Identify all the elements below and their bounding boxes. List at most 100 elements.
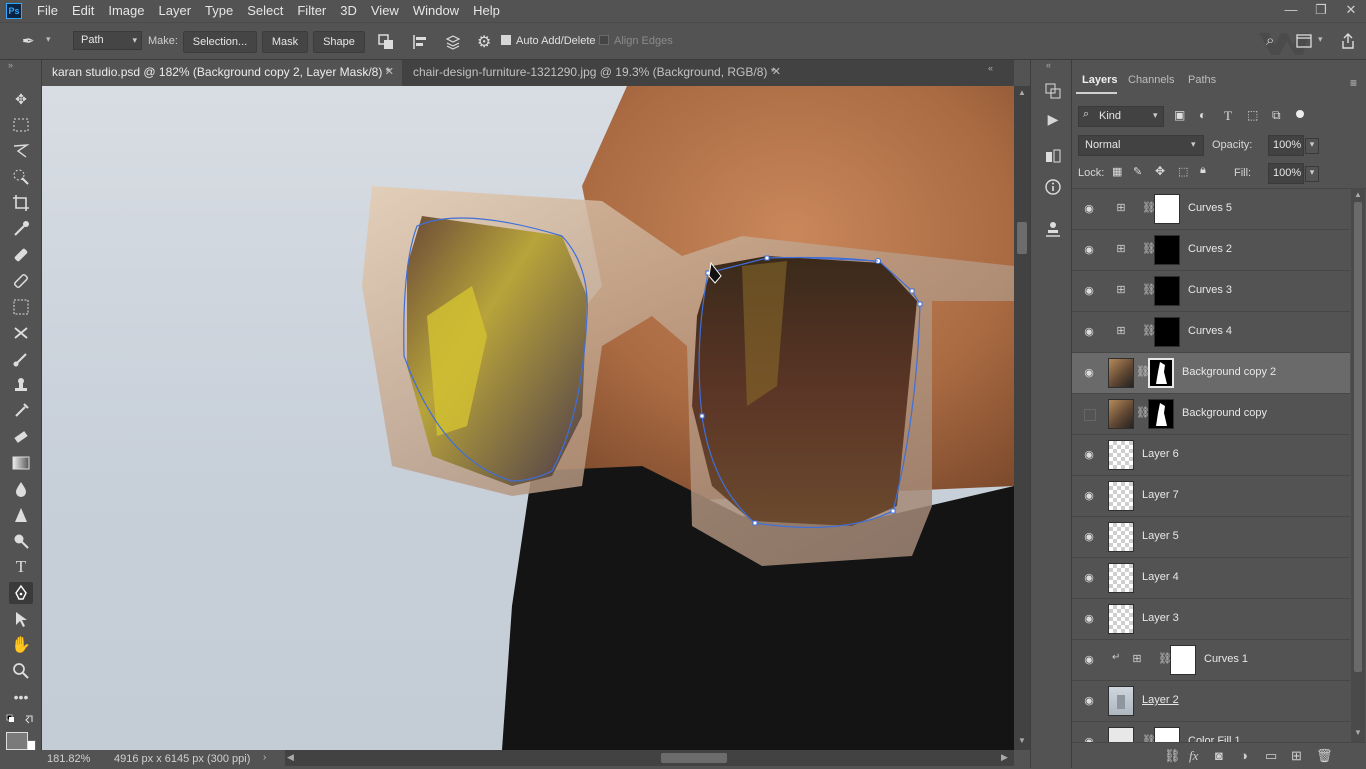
layer-mask-thumbnail[interactable] — [1148, 358, 1174, 388]
clone-source-icon[interactable] — [1042, 218, 1064, 240]
eye-visibility-icon[interactable]: ◉ — [1082, 694, 1096, 708]
layer-row[interactable]: ◉ ⊞ ⛓ Curves 2 — [1072, 230, 1350, 271]
make-mask-button[interactable]: Mask — [262, 31, 308, 53]
smart-object-filter-icon[interactable]: ⧉ — [1272, 108, 1281, 123]
workspace-icon[interactable] — [1296, 34, 1312, 48]
panel-menu-icon[interactable]: ≡ — [1350, 76, 1357, 90]
zoom-level[interactable]: 181.82% — [47, 753, 90, 765]
layer-mask-thumbnail[interactable] — [1154, 727, 1180, 743]
layer-name[interactable]: Curves 1 — [1204, 653, 1248, 665]
collapse-panels-icon[interactable]: « — [988, 63, 993, 73]
path-selection-tool-icon[interactable] — [9, 608, 33, 630]
gradient-tool-icon[interactable] — [9, 452, 33, 474]
menu-type[interactable]: Type — [198, 0, 240, 22]
layer-thumbnail[interactable] — [1108, 440, 1134, 470]
layers-scrollbar[interactable]: ▲ ▼ — [1351, 188, 1365, 742]
path-operations-icon[interactable] — [378, 34, 394, 50]
libraries-panel-icon[interactable] — [1042, 146, 1064, 168]
adjustment-filter-icon[interactable]: ◐ — [1199, 108, 1206, 122]
eye-visibility-icon[interactable]: ◉ — [1082, 489, 1096, 503]
lock-position-icon[interactable]: ✥ — [1155, 164, 1165, 178]
scroll-down-icon[interactable]: ▼ — [1354, 728, 1362, 737]
auto-add-delete-checkbox[interactable] — [501, 35, 511, 45]
eyedropper-tool-icon[interactable] — [9, 218, 33, 240]
eye-visibility-icon[interactable]: ◉ — [1082, 653, 1096, 667]
restore-button[interactable]: ❐ — [1306, 0, 1336, 22]
eye-visibility-icon[interactable]: ◉ — [1082, 202, 1096, 216]
hand-tool-icon[interactable]: ✋ — [9, 634, 33, 656]
layer-row[interactable]: ◉ ↵ ⊞ ⛓ Curves 1 — [1072, 640, 1350, 681]
layer-name[interactable]: Background copy 2 — [1182, 366, 1276, 378]
crop-tool-icon[interactable] — [9, 192, 33, 214]
eye-visibility-icon[interactable]: ◉ — [1082, 366, 1096, 380]
layer-row[interactable]: ◉ ⊞ ⛓ Curves 3 — [1072, 271, 1350, 312]
art-history-brush-icon[interactable] — [9, 400, 33, 422]
layer-row[interactable]: ◉ Layer 3 — [1072, 599, 1350, 640]
menu-select[interactable]: Select — [240, 0, 290, 22]
foreground-color-swatch[interactable] — [6, 732, 28, 750]
status-menu-icon[interactable]: › — [263, 752, 266, 763]
tab-paths[interactable]: Paths — [1188, 74, 1216, 86]
layer-thumbnail[interactable] — [1108, 727, 1134, 743]
info-icon[interactable] — [1042, 176, 1064, 198]
actions-play-icon[interactable]: ▶ — [1042, 108, 1064, 130]
dodge-tool-icon[interactable] — [9, 530, 33, 552]
sharpen-tool-icon[interactable] — [9, 504, 33, 526]
gear-icon[interactable]: ⚙ — [477, 32, 491, 52]
lock-all-icon[interactable]: 🔒︎ — [1200, 164, 1206, 177]
layer-row[interactable]: ◉ Layer 4 — [1072, 558, 1350, 599]
layer-name[interactable]: Layer 2 — [1142, 694, 1179, 706]
layer-name[interactable]: Curves 5 — [1188, 202, 1232, 214]
history-panel-icon[interactable] — [1042, 80, 1064, 102]
layer-mask-thumbnail[interactable] — [1154, 235, 1180, 265]
lasso-tool-icon[interactable] — [9, 140, 33, 162]
new-layer-icon[interactable]: ⊞ — [1291, 748, 1302, 764]
chevron-down-icon[interactable]: ▾ — [1318, 34, 1323, 45]
eye-visibility-icon[interactable]: ◉ — [1082, 530, 1096, 544]
eye-visibility-off[interactable] — [1084, 409, 1096, 421]
layer-name[interactable]: Layer 7 — [1142, 489, 1179, 501]
layer-thumbnail[interactable] — [1108, 399, 1134, 429]
move-tool-icon[interactable]: ✥ — [9, 88, 33, 110]
type-tool-icon[interactable]: T — [9, 556, 33, 578]
path-alignment-icon[interactable] — [412, 34, 428, 50]
layer-mask-thumbnail[interactable] — [1154, 194, 1180, 224]
menu-layer[interactable]: Layer — [152, 0, 199, 22]
layer-row[interactable]: ◉ ⊞ ⛓ Curves 4 — [1072, 312, 1350, 353]
layer-thumbnail[interactable] — [1108, 686, 1134, 716]
tab-layers[interactable]: Layers — [1082, 74, 1117, 86]
menu-window[interactable]: Window — [406, 0, 466, 22]
search-icon[interactable]: ⌕ — [1266, 32, 1274, 49]
fill-input[interactable]: 100% — [1268, 163, 1304, 184]
layer-mask-thumbnail[interactable] — [1154, 276, 1180, 306]
menu-file[interactable]: File — [30, 0, 65, 22]
opacity-input[interactable]: 100% — [1268, 135, 1304, 156]
blend-mode-dropdown[interactable]: Normal ▾ — [1078, 135, 1204, 156]
layer-row[interactable]: ◉ Layer 7 — [1072, 476, 1350, 517]
tab-chair-design[interactable]: chair-design-furniture-1321290.jpg @ 19.… — [403, 60, 789, 86]
scroll-left-icon[interactable]: ◀ — [287, 752, 294, 763]
scroll-right-icon[interactable]: ▶ — [1001, 752, 1008, 763]
document-canvas[interactable] — [42, 86, 1014, 750]
layer-thumbnail[interactable] — [1108, 604, 1134, 634]
lock-transparent-icon[interactable]: ▦ — [1112, 165, 1122, 178]
quick-selection-tool-icon[interactable] — [9, 166, 33, 188]
stamp-tool-icon[interactable] — [9, 374, 33, 396]
eye-visibility-icon[interactable]: ◉ — [1082, 571, 1096, 585]
clone-stamp-tool-icon[interactable] — [9, 296, 33, 318]
close-tab-icon[interactable]: ✕ — [385, 60, 394, 84]
minimize-button[interactable]: — — [1276, 0, 1306, 22]
delete-layer-trash-icon[interactable]: 🗑︎ — [1316, 748, 1333, 764]
layer-mask-thumbnail[interactable] — [1154, 317, 1180, 347]
layer-mask-thumbnail[interactable] — [1148, 399, 1174, 429]
layer-name[interactable]: Curves 2 — [1188, 243, 1232, 255]
layer-row[interactable]: ◉ ⛓ Background copy 2 — [1072, 353, 1350, 394]
layer-thumbnail[interactable] — [1108, 563, 1134, 593]
layer-row[interactable]: ◉ ⊞ ⛓ Curves 5 — [1072, 189, 1350, 230]
layer-name[interactable]: Background copy — [1182, 407, 1267, 419]
scroll-up-icon[interactable]: ▲ — [1018, 88, 1026, 97]
pixel-filter-icon[interactable]: ▣ — [1174, 108, 1185, 122]
make-selection-button[interactable]: Selection... — [183, 31, 257, 53]
vertical-scrollbar[interactable]: ▲ ▼ — [1014, 86, 1030, 750]
brush-tool-icon[interactable] — [9, 270, 33, 292]
